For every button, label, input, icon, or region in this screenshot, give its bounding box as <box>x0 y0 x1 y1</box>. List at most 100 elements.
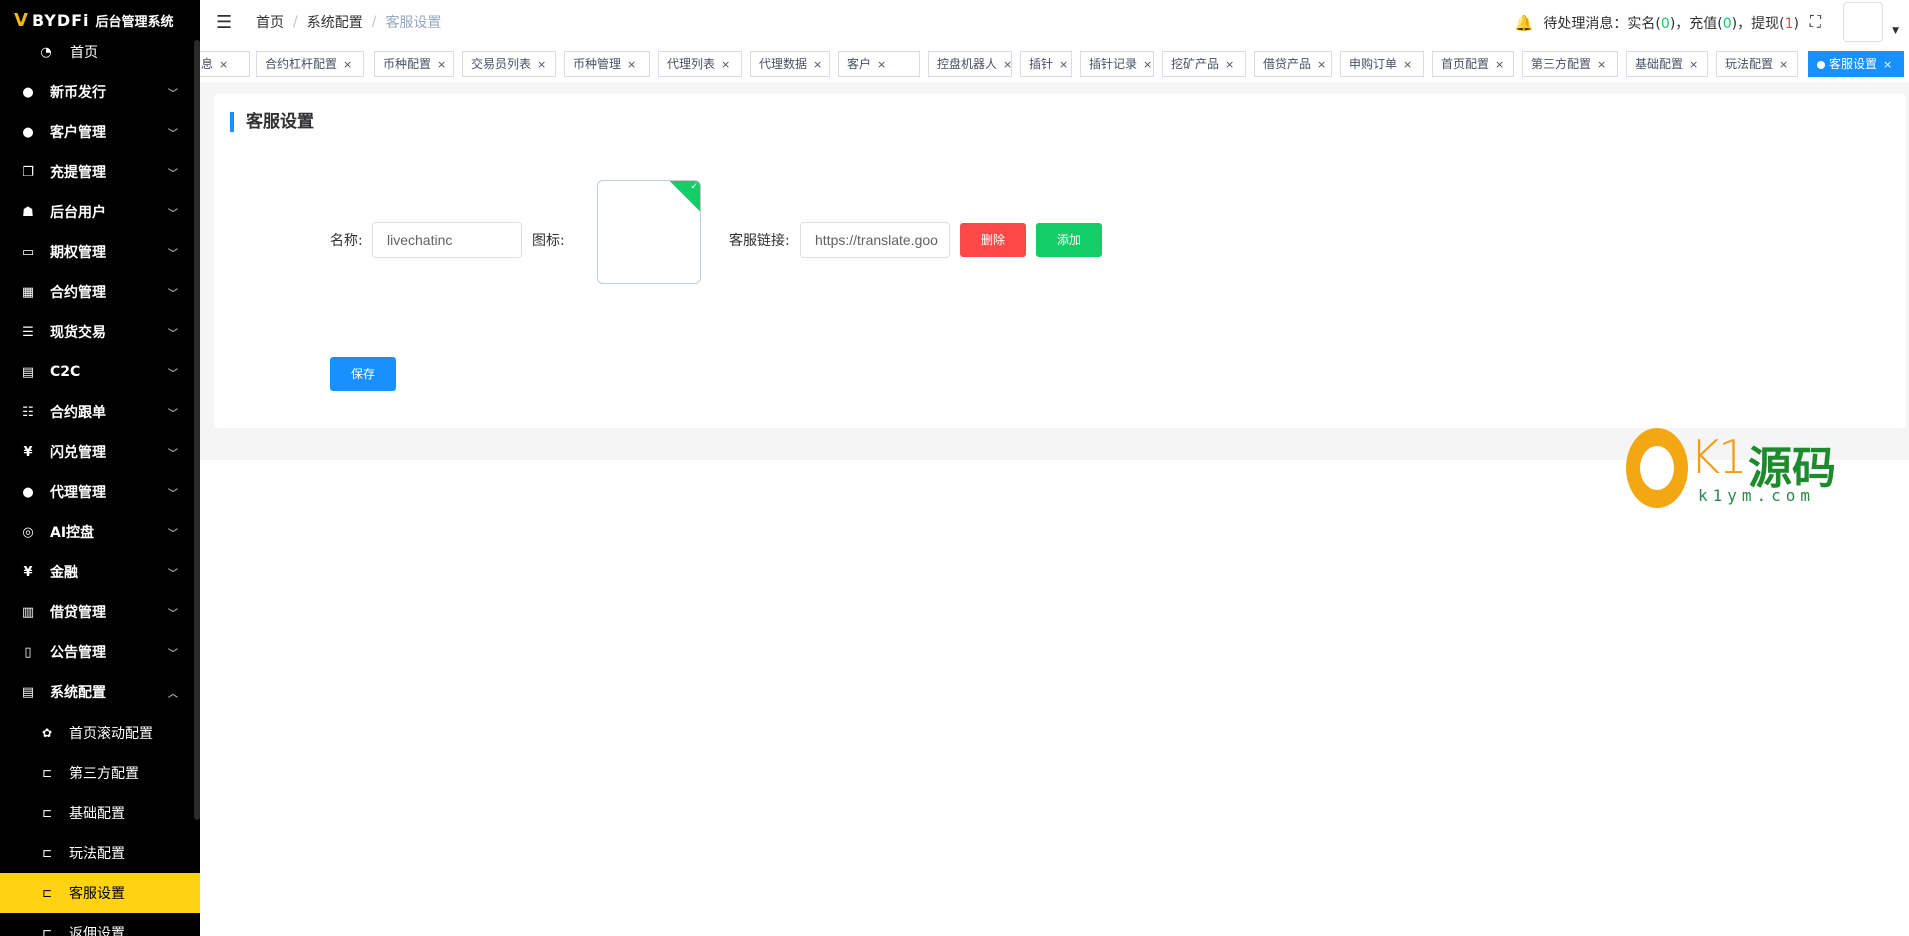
tab-tag[interactable]: 交易员列表 × <box>462 51 556 77</box>
tab-tag[interactable]: 第三方配置 × <box>1522 51 1618 77</box>
sidebar-item[interactable]: ¥ 闪兑管理 ﹀ <box>0 432 200 472</box>
bell-icon[interactable]: 🔔 <box>1515 14 1534 32</box>
sidebar-item[interactable]: ☷ 合约跟单 ﹀ <box>0 392 200 432</box>
logo-subtitle: 后台管理系统 <box>95 14 174 30</box>
close-icon[interactable]: × <box>1779 58 1788 71</box>
close-icon[interactable]: × <box>343 58 352 71</box>
sidebar-item[interactable]: ☰ 现货交易 ﹀ <box>0 312 200 352</box>
chevron-down-icon: ﹀ <box>168 289 178 300</box>
sidebar-subitem[interactable]: ⊏ 客服设置 <box>0 873 200 913</box>
hamburger-icon[interactable]: ☰ <box>216 12 234 33</box>
close-icon[interactable]: × <box>1495 58 1504 71</box>
notice-realname[interactable]: 实名(0) <box>1627 13 1675 33</box>
sidebar-item[interactable]: ▤ C2C ﹀ <box>0 352 200 392</box>
name-input[interactable]: livechatinc <box>372 222 522 258</box>
close-icon[interactable]: × <box>537 58 546 71</box>
sidebar-item[interactable]: ▤ 系统配置 ︿ <box>0 672 200 712</box>
tab-tag[interactable]: 基础配置 × <box>1626 51 1708 77</box>
tab-tag-label: 玩法配置 <box>1725 57 1774 71</box>
tab-tag-label: 交易员列表 <box>471 57 532 71</box>
breadcrumb-home[interactable]: 首页 <box>256 12 284 32</box>
watermark-circle-inner <box>1640 446 1674 490</box>
sidebar-item[interactable]: ¥ 金融 ﹀ <box>0 552 200 592</box>
sidebar-subitem[interactable]: ⊏ 返佣设置 <box>0 913 200 936</box>
tab-tag-label: 客服设置 <box>1829 57 1878 71</box>
save-button[interactable]: 保存 <box>330 357 396 391</box>
close-icon[interactable]: × <box>1225 58 1234 71</box>
close-icon[interactable]: × <box>1143 58 1152 71</box>
tree-icon: ⊏ <box>41 886 53 900</box>
add-button[interactable]: 添加 <box>1036 223 1102 257</box>
tab-tag[interactable]: 申购订单 × <box>1340 51 1424 77</box>
sidebar-subitem[interactable]: ✿ 首页滚动配置 <box>0 713 200 753</box>
sidebar-item[interactable]: ▦ 合约管理 ﹀ <box>0 272 200 312</box>
tab-tag[interactable]: 控盘机器人 × <box>928 51 1012 77</box>
sidebar-item[interactable]: ● 代理管理 ﹀ <box>0 472 200 512</box>
tab-tag[interactable]: 挖矿产品 × <box>1162 51 1246 77</box>
sidebar-subitem[interactable]: ⊏ 玩法配置 <box>0 833 200 873</box>
sidebar-item[interactable]: ▭ 期权管理 ﹀ <box>0 232 200 272</box>
grid-icon: ▦ <box>21 284 35 300</box>
close-icon[interactable]: × <box>1597 58 1606 71</box>
notice-deposit[interactable]: 充值(0) <box>1689 13 1737 33</box>
close-icon[interactable]: × <box>1883 58 1892 71</box>
close-icon[interactable]: × <box>721 58 730 71</box>
close-icon[interactable]: × <box>813 58 822 71</box>
icon-uploader[interactable]: ✓ <box>597 180 701 284</box>
tab-tag[interactable]: 客服设置 × <box>1808 51 1904 77</box>
notice-deposit-count: 0 <box>1722 16 1732 32</box>
sidebar-item[interactable]: ◎ AI控盘 ﹀ <box>0 512 200 552</box>
sidebar-subitem[interactable]: ⊏ 基础配置 <box>0 793 200 833</box>
tab-tag[interactable]: 客户 × <box>838 51 920 77</box>
tab-tag[interactable]: 代理列表 × <box>658 51 742 77</box>
watermark-brand: K1 <box>1690 430 1747 484</box>
sidebar-item[interactable]: ● 新币发行 ﹀ <box>0 72 200 112</box>
avatar[interactable] <box>1843 2 1883 42</box>
close-icon[interactable]: × <box>1689 58 1698 71</box>
breadcrumb-current: 客服设置 <box>385 15 442 31</box>
tab-tag[interactable]: 币种管理 × <box>564 51 650 77</box>
close-icon[interactable]: × <box>627 58 636 71</box>
sidebar-item-home[interactable]: ◔ 首页 <box>0 36 200 68</box>
tab-tag[interactable]: 信息 × <box>200 51 250 77</box>
tab-tag-label: 首页配置 <box>1441 57 1490 71</box>
tab-tag[interactable]: 代理数据 × <box>750 51 830 77</box>
close-icon[interactable]: × <box>1059 58 1068 71</box>
tab-tag[interactable]: 借贷产品 × <box>1254 51 1332 77</box>
caret-down-icon[interactable]: ▼ <box>1892 26 1899 36</box>
tab-tag[interactable]: 首页配置 × <box>1432 51 1514 77</box>
fullscreen-icon[interactable]: ⛶ <box>1810 12 1821 32</box>
tab-tag[interactable]: 插针 × <box>1020 51 1072 77</box>
sidebar-item[interactable]: ● 客户管理 ﹀ <box>0 112 200 152</box>
sidebar-item[interactable]: ▥ 借贷管理 ﹀ <box>0 592 200 632</box>
sidebar-item[interactable]: ▯ 公告管理 ﹀ <box>0 632 200 672</box>
notice-withdraw[interactable]: 提现(1) <box>1751 13 1799 33</box>
service-link-input[interactable]: https://translate.goo <box>800 222 950 258</box>
chevron-down-icon: ﹀ <box>168 449 178 460</box>
close-icon[interactable]: × <box>1003 58 1012 71</box>
close-icon[interactable]: × <box>1317 58 1326 71</box>
notice-deposit-label: 充值 <box>1689 16 1718 32</box>
tab-tag-label: 插针记录 <box>1089 57 1138 71</box>
close-icon[interactable]: × <box>437 58 446 71</box>
delete-button[interactable]: 删除 <box>960 223 1026 257</box>
tab-tag[interactable]: 合约杠杆配置 × <box>256 51 364 77</box>
breadcrumb-system-config[interactable]: 系统配置 <box>307 12 363 32</box>
notice-withdraw-count: 1 <box>1784 16 1794 32</box>
tab-tag[interactable]: 币种配置 × <box>374 51 454 77</box>
chevron-down-icon: ﹀ <box>168 489 178 500</box>
tab-tag[interactable]: 插针记录 × <box>1080 51 1154 77</box>
sidebar-subitem-label: 第三方配置 <box>69 766 139 782</box>
sidebar-item[interactable]: ☗ 后台用户 ﹀ <box>0 192 200 232</box>
pending-notice: 🔔 待处理消息： 实名(0)， 充值(0)， 提现(1) <box>1514 13 1799 33</box>
sidebar-item-label: 现货交易 <box>50 325 106 341</box>
sidebar-item[interactable]: ❐ 充提管理 ﹀ <box>0 152 200 192</box>
tab-tag[interactable]: 玩法配置 × <box>1716 51 1798 77</box>
logo-mark: V <box>14 9 28 31</box>
close-icon[interactable]: × <box>877 58 886 71</box>
breadcrumb: 首页 / 系统配置 / 客服设置 <box>256 12 441 32</box>
sidebar-subitem[interactable]: ⊏ 第三方配置 <box>0 753 200 793</box>
close-icon[interactable]: × <box>1403 58 1412 71</box>
breadcrumb-separator: / <box>293 14 298 30</box>
close-icon[interactable]: × <box>219 58 228 71</box>
